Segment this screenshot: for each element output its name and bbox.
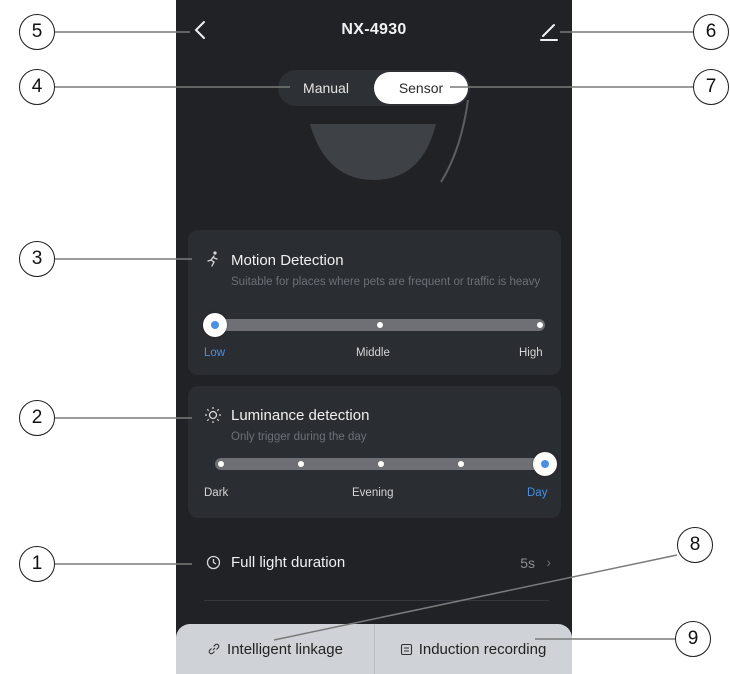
duration-value: 5s	[520, 555, 535, 571]
callout-8: 8	[677, 527, 713, 563]
luminance-scale-day: Day	[527, 487, 548, 499]
motion-icon	[207, 251, 218, 267]
luminance-detection-card: Luminance detection Only trigger during …	[188, 386, 561, 518]
phone-screen: NX-4930 Manual Sensor Motion Detection S…	[176, 0, 572, 674]
full-light-duration-row[interactable]: Full light duration 5s ›	[188, 540, 561, 584]
luminance-slider[interactable]	[215, 452, 557, 476]
intelligent-linkage-button[interactable]: Intelligent linkage	[176, 624, 374, 674]
page-title: NX-4930	[341, 21, 407, 38]
divider	[204, 600, 549, 601]
sun-icon	[205, 407, 221, 423]
luminance-slider-thumb[interactable]	[533, 452, 557, 476]
clock-icon	[206, 555, 221, 570]
slider-tick	[378, 461, 384, 467]
induction-recording-label: Induction recording	[418, 640, 547, 658]
luminance-scale-dark: Dark	[204, 487, 229, 499]
callout-7: 7	[693, 69, 729, 105]
induction-recording-button[interactable]: Induction recording	[374, 624, 572, 674]
callout-3: 3	[19, 241, 55, 277]
duration-label: Full light duration	[231, 554, 346, 571]
motion-title: Motion Detection	[231, 252, 344, 269]
slider-tick	[298, 461, 304, 467]
callout-9: 9	[675, 621, 711, 657]
luminance-description: Only trigger during the day	[231, 431, 367, 443]
motion-slider-thumb[interactable]	[203, 313, 227, 337]
slider-tick	[537, 322, 543, 328]
callout-1: 1	[19, 546, 55, 582]
tab-sensor[interactable]: Sensor	[374, 72, 468, 104]
chevron-right-icon: ›	[546, 554, 551, 570]
link-icon	[208, 643, 220, 655]
mode-toggle: Manual Sensor	[278, 70, 470, 106]
motion-scale-middle: Middle	[356, 347, 390, 359]
slider-tick	[458, 461, 464, 467]
motion-description: Suitable for places where pets are frequ…	[231, 276, 541, 288]
callout-6: 6	[693, 14, 729, 50]
edit-icon[interactable]	[538, 20, 560, 42]
slider-tick	[218, 461, 224, 467]
motion-scale-low: Low	[204, 347, 226, 359]
bottom-bar: Intelligent linkage Induction recording	[176, 624, 572, 674]
callout-5: 5	[19, 14, 55, 50]
luminance-scale-evening: Evening	[352, 487, 394, 499]
slider-tick	[377, 322, 383, 328]
callout-2: 2	[19, 400, 55, 436]
callout-4: 4	[19, 69, 55, 105]
record-icon	[400, 643, 412, 655]
motion-slider[interactable]	[203, 313, 545, 337]
motion-detection-card: Motion Detection Suitable for places whe…	[188, 230, 561, 375]
intelligent-linkage-label: Intelligent linkage	[227, 640, 343, 658]
motion-scale-high: High	[519, 347, 543, 359]
tab-manual[interactable]: Manual	[280, 72, 372, 104]
luminance-title: Luminance detection	[231, 407, 370, 424]
